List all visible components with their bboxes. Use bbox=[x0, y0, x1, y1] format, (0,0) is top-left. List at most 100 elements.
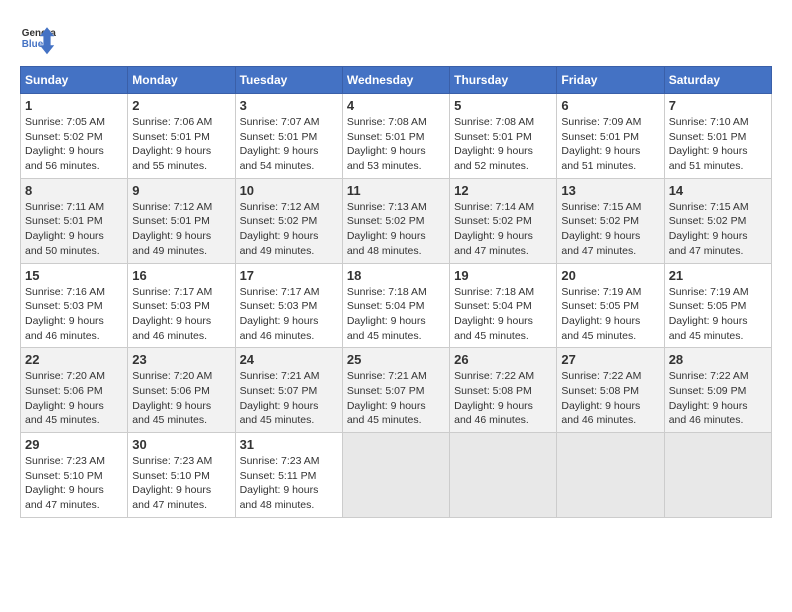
day-info: Sunrise: 7:13 AM Sunset: 5:02 PM Dayligh… bbox=[347, 200, 445, 259]
calendar-cell: 26 Sunrise: 7:22 AM Sunset: 5:08 PM Dayli… bbox=[450, 348, 557, 433]
calendar-cell bbox=[450, 433, 557, 518]
header: General Blue bbox=[20, 20, 772, 56]
day-info: Sunrise: 7:23 AM Sunset: 5:11 PM Dayligh… bbox=[240, 454, 338, 513]
calendar-table: SundayMondayTuesdayWednesdayThursdayFrid… bbox=[20, 66, 772, 518]
day-info: Sunrise: 7:08 AM Sunset: 5:01 PM Dayligh… bbox=[347, 115, 445, 174]
calendar-cell: 27Sunrise: 7:22 AM Sunset: 5:08 PM Dayli… bbox=[557, 348, 664, 433]
weekday-header-saturday: Saturday bbox=[664, 67, 771, 94]
day-info: Sunrise: 7:09 AM Sunset: 5:01 PM Dayligh… bbox=[561, 115, 659, 174]
calendar-cell: 10 Sunrise: 7:12 AM Sunset: 5:02 PM Dayli… bbox=[235, 178, 342, 263]
calendar-cell: 23 Sunrise: 7:20 AM Sunset: 5:06 PM Dayli… bbox=[128, 348, 235, 433]
calendar-cell: 5 Sunrise: 7:08 AM Sunset: 5:01 PM Daylig… bbox=[450, 94, 557, 179]
calendar-cell: 19 Sunrise: 7:18 AM Sunset: 5:04 PM Dayli… bbox=[450, 263, 557, 348]
day-info: Sunrise: 7:22 AM Sunset: 5:08 PM Dayligh… bbox=[454, 369, 552, 428]
day-info: Sunrise: 7:21 AM Sunset: 5:07 PM Dayligh… bbox=[347, 369, 445, 428]
weekday-header-sunday: Sunday bbox=[21, 67, 128, 94]
weekday-header-row: SundayMondayTuesdayWednesdayThursdayFrid… bbox=[21, 67, 772, 94]
day-info: Sunrise: 7:18 AM Sunset: 5:04 PM Dayligh… bbox=[454, 285, 552, 344]
day-number: 4 bbox=[347, 98, 445, 113]
calendar-cell: 7 Sunrise: 7:10 AM Sunset: 5:01 PM Daylig… bbox=[664, 94, 771, 179]
calendar-header: SundayMondayTuesdayWednesdayThursdayFrid… bbox=[21, 67, 772, 94]
calendar-week-4: 22Sunrise: 7:20 AM Sunset: 5:06 PM Dayli… bbox=[21, 348, 772, 433]
day-info: Sunrise: 7:07 AM Sunset: 5:01 PM Dayligh… bbox=[240, 115, 338, 174]
day-number: 29 bbox=[25, 437, 123, 452]
day-info: Sunrise: 7:15 AM Sunset: 5:02 PM Dayligh… bbox=[669, 200, 767, 259]
day-info: Sunrise: 7:17 AM Sunset: 5:03 PM Dayligh… bbox=[240, 285, 338, 344]
calendar-cell: 14 Sunrise: 7:15 AM Sunset: 5:02 PM Dayli… bbox=[664, 178, 771, 263]
calendar-cell: 25 Sunrise: 7:21 AM Sunset: 5:07 PM Dayli… bbox=[342, 348, 449, 433]
weekday-header-monday: Monday bbox=[128, 67, 235, 94]
day-number: 14 bbox=[669, 183, 767, 198]
day-info: Sunrise: 7:15 AM Sunset: 5:02 PM Dayligh… bbox=[561, 200, 659, 259]
weekday-header-thursday: Thursday bbox=[450, 67, 557, 94]
calendar-cell: 31 Sunrise: 7:23 AM Sunset: 5:11 PM Dayli… bbox=[235, 433, 342, 518]
day-info: Sunrise: 7:17 AM Sunset: 5:03 PM Dayligh… bbox=[132, 285, 230, 344]
day-number: 10 bbox=[240, 183, 338, 198]
calendar-cell: 15 Sunrise: 7:16 AM Sunset: 5:03 PM Dayli… bbox=[21, 263, 128, 348]
calendar-body: 1 Sunrise: 7:05 AM Sunset: 5:02 PM Daylig… bbox=[21, 94, 772, 518]
page-container: General Blue SundayMondayTuesdayWednesda… bbox=[20, 20, 772, 518]
day-number: 3 bbox=[240, 98, 338, 113]
day-info: Sunrise: 7:19 AM Sunset: 5:05 PM Dayligh… bbox=[561, 285, 659, 344]
day-number: 7 bbox=[669, 98, 767, 113]
day-number: 25 bbox=[347, 352, 445, 367]
calendar-cell: 9 Sunrise: 7:12 AM Sunset: 5:01 PM Daylig… bbox=[128, 178, 235, 263]
day-number: 12 bbox=[454, 183, 552, 198]
weekday-header-friday: Friday bbox=[557, 67, 664, 94]
day-info: Sunrise: 7:18 AM Sunset: 5:04 PM Dayligh… bbox=[347, 285, 445, 344]
calendar-cell: 30Sunrise: 7:23 AM Sunset: 5:10 PM Dayli… bbox=[128, 433, 235, 518]
day-number: 18 bbox=[347, 268, 445, 283]
calendar-cell: 4 Sunrise: 7:08 AM Sunset: 5:01 PM Daylig… bbox=[342, 94, 449, 179]
day-number: 15 bbox=[25, 268, 123, 283]
calendar-cell: 8 Sunrise: 7:11 AM Sunset: 5:01 PM Daylig… bbox=[21, 178, 128, 263]
calendar-cell bbox=[664, 433, 771, 518]
day-info: Sunrise: 7:06 AM Sunset: 5:01 PM Dayligh… bbox=[132, 115, 230, 174]
day-number: 21 bbox=[669, 268, 767, 283]
weekday-header-wednesday: Wednesday bbox=[342, 67, 449, 94]
day-number: 5 bbox=[454, 98, 552, 113]
day-info: Sunrise: 7:16 AM Sunset: 5:03 PM Dayligh… bbox=[25, 285, 123, 344]
day-info: Sunrise: 7:22 AM Sunset: 5:09 PM Dayligh… bbox=[669, 369, 767, 428]
day-number: 27 bbox=[561, 352, 659, 367]
calendar-cell: 20 Sunrise: 7:19 AM Sunset: 5:05 PM Dayli… bbox=[557, 263, 664, 348]
day-info: Sunrise: 7:19 AM Sunset: 5:05 PM Dayligh… bbox=[669, 285, 767, 344]
day-info: Sunrise: 7:12 AM Sunset: 5:01 PM Dayligh… bbox=[132, 200, 230, 259]
calendar-cell bbox=[557, 433, 664, 518]
day-info: Sunrise: 7:12 AM Sunset: 5:02 PM Dayligh… bbox=[240, 200, 338, 259]
calendar-cell: 13 Sunrise: 7:15 AM Sunset: 5:02 PM Dayli… bbox=[557, 178, 664, 263]
day-info: Sunrise: 7:10 AM Sunset: 5:01 PM Dayligh… bbox=[669, 115, 767, 174]
day-number: 23 bbox=[132, 352, 230, 367]
calendar-week-5: 29 Sunrise: 7:23 AM Sunset: 5:10 PM Dayli… bbox=[21, 433, 772, 518]
calendar-cell: 16Sunrise: 7:17 AM Sunset: 5:03 PM Dayli… bbox=[128, 263, 235, 348]
day-number: 9 bbox=[132, 183, 230, 198]
day-number: 17 bbox=[240, 268, 338, 283]
day-number: 30 bbox=[132, 437, 230, 452]
logo: General Blue bbox=[20, 20, 60, 56]
calendar-cell: 24 Sunrise: 7:21 AM Sunset: 5:07 PM Dayli… bbox=[235, 348, 342, 433]
svg-text:Blue: Blue bbox=[22, 39, 44, 50]
day-number: 24 bbox=[240, 352, 338, 367]
day-info: Sunrise: 7:11 AM Sunset: 5:01 PM Dayligh… bbox=[25, 200, 123, 259]
calendar-cell: 3 Sunrise: 7:07 AM Sunset: 5:01 PM Daylig… bbox=[235, 94, 342, 179]
day-number: 19 bbox=[454, 268, 552, 283]
calendar-cell: 2 Sunrise: 7:06 AM Sunset: 5:01 PM Daylig… bbox=[128, 94, 235, 179]
calendar-cell: 29 Sunrise: 7:23 AM Sunset: 5:10 PM Dayli… bbox=[21, 433, 128, 518]
day-number: 11 bbox=[347, 183, 445, 198]
day-info: Sunrise: 7:08 AM Sunset: 5:01 PM Dayligh… bbox=[454, 115, 552, 174]
calendar-cell: 17 Sunrise: 7:17 AM Sunset: 5:03 PM Dayli… bbox=[235, 263, 342, 348]
calendar-week-2: 8 Sunrise: 7:11 AM Sunset: 5:01 PM Daylig… bbox=[21, 178, 772, 263]
day-number: 20 bbox=[561, 268, 659, 283]
day-info: Sunrise: 7:21 AM Sunset: 5:07 PM Dayligh… bbox=[240, 369, 338, 428]
day-info: Sunrise: 7:23 AM Sunset: 5:10 PM Dayligh… bbox=[25, 454, 123, 513]
day-number: 2 bbox=[132, 98, 230, 113]
day-number: 13 bbox=[561, 183, 659, 198]
calendar-cell: 21 Sunrise: 7:19 AM Sunset: 5:05 PM Dayli… bbox=[664, 263, 771, 348]
day-info: Sunrise: 7:14 AM Sunset: 5:02 PM Dayligh… bbox=[454, 200, 552, 259]
day-info: Sunrise: 7:05 AM Sunset: 5:02 PM Dayligh… bbox=[25, 115, 123, 174]
day-number: 1 bbox=[25, 98, 123, 113]
calendar-cell: 11 Sunrise: 7:13 AM Sunset: 5:02 PM Dayli… bbox=[342, 178, 449, 263]
day-number: 26 bbox=[454, 352, 552, 367]
day-info: Sunrise: 7:20 AM Sunset: 5:06 PM Dayligh… bbox=[132, 369, 230, 428]
day-number: 31 bbox=[240, 437, 338, 452]
day-number: 8 bbox=[25, 183, 123, 198]
